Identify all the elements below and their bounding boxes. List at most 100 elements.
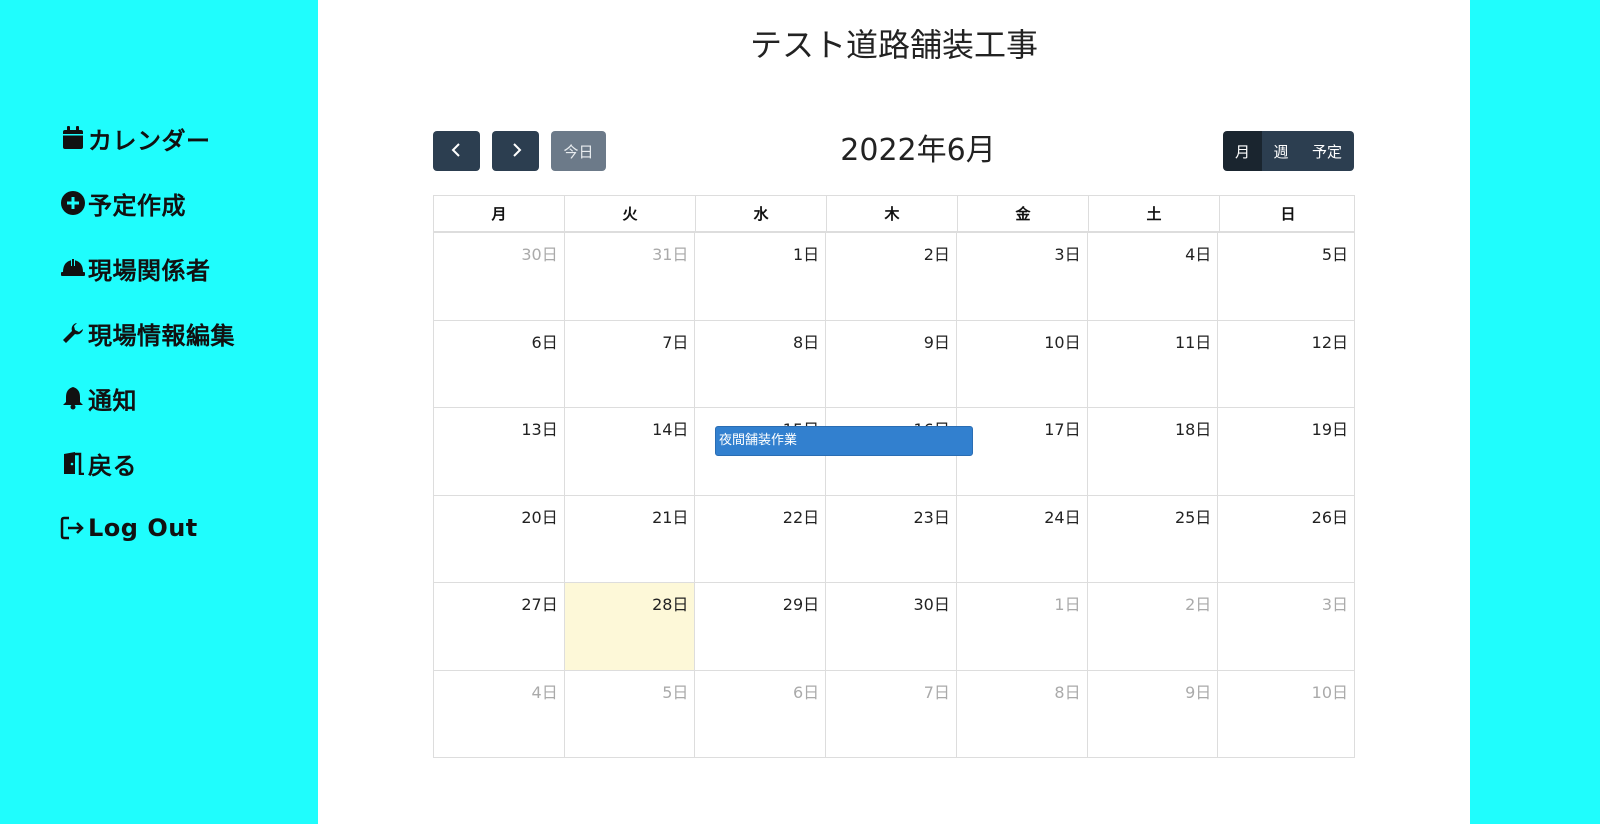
- day-number: 20日: [521, 507, 558, 527]
- day-number: 7日: [923, 682, 950, 702]
- calendar-day[interactable]: 7日: [826, 670, 957, 757]
- day-number: 8日: [792, 332, 820, 352]
- day-number: 17日: [1044, 420, 1081, 439]
- chevron-left-icon: [450, 142, 464, 161]
- calendar-day[interactable]: 5日: [565, 670, 696, 757]
- view-month-button[interactable]: 月: [1223, 131, 1262, 171]
- calendar-day[interactable]: 23日: [826, 495, 957, 582]
- day-number: 2日: [923, 245, 950, 264]
- calendar-day[interactable]: 17日: [957, 408, 1088, 495]
- calendar-day[interactable]: 26日: [1218, 496, 1354, 583]
- day-number: 6日: [792, 682, 820, 702]
- view-list-button[interactable]: 予定: [1300, 131, 1354, 171]
- sidebar-item-back[interactable]: 戻る: [60, 446, 137, 480]
- sidebar-item-notifications[interactable]: 通知: [60, 381, 137, 415]
- calendar-day[interactable]: 2日: [1088, 583, 1219, 670]
- calendar-week: 27日 28日 29日 30日 1日 2日 3日: [434, 582, 1354, 670]
- calendar-day[interactable]: 1日: [957, 583, 1088, 670]
- calendar-day[interactable]: 14日: [565, 408, 696, 495]
- day-number: 13日: [521, 420, 558, 439]
- next-month-button[interactable]: [492, 131, 539, 171]
- day-number: 24日: [1044, 507, 1081, 527]
- day-number: 10日: [1044, 332, 1081, 352]
- calendar-day[interactable]: 9日: [1088, 670, 1219, 757]
- calendar-day[interactable]: 9日: [826, 320, 957, 407]
- day-number: 26日: [1311, 507, 1349, 527]
- plus-circle-icon: [60, 190, 86, 216]
- sidebar: カレンダー 予定作成 現場関係者 現場情報編集 通知 戻る Log Out: [0, 0, 318, 824]
- calendar-day[interactable]: 6日: [695, 670, 827, 757]
- calendar-day[interactable]: 25日: [1088, 495, 1219, 582]
- weekday-label: 水: [696, 196, 827, 232]
- sidebar-item-create-schedule[interactable]: 予定作成: [60, 186, 186, 220]
- calendar-day[interactable]: 22日: [695, 495, 827, 582]
- calendar-day[interactable]: 24日: [957, 495, 1088, 582]
- calendar-day[interactable]: 29日: [695, 583, 827, 670]
- sidebar-item-site-members[interactable]: 現場関係者: [60, 251, 211, 285]
- calendar-day[interactable]: 10日: [957, 320, 1088, 407]
- calendar-day-today[interactable]: 28日: [564, 583, 696, 670]
- day-number: 30日: [521, 245, 558, 264]
- calendar-body: 30日 31日 1日 2日 3日 4日 5日 6日 7日 8日 9日 10日 1…: [433, 231, 1355, 758]
- calendar-day[interactable]: 10日: [1218, 671, 1354, 758]
- right-margin: [1470, 0, 1600, 824]
- sidebar-item-edit-site-info[interactable]: 現場情報編集: [60, 316, 235, 350]
- calendar-day[interactable]: 20日: [434, 495, 565, 582]
- day-number: 29日: [782, 595, 820, 614]
- day-number: 4日: [531, 682, 558, 702]
- calendar-day[interactable]: 5日: [1218, 233, 1354, 320]
- bell-icon: [60, 385, 86, 411]
- day-number: 18日: [1174, 420, 1212, 439]
- day-number: 14日: [652, 420, 689, 439]
- weekday-label: 木: [827, 196, 958, 232]
- day-number: 31日: [652, 245, 689, 264]
- weekday-label: 月: [434, 196, 565, 232]
- calendar-day[interactable]: 31日: [565, 233, 696, 320]
- day-number: 25日: [1174, 507, 1212, 527]
- calendar-week: 30日 31日 1日 2日 3日 4日 5日: [434, 232, 1354, 320]
- day-number: 12日: [1311, 332, 1349, 352]
- day-number: 4日: [1185, 245, 1212, 264]
- calendar-day[interactable]: 18日: [1088, 408, 1219, 495]
- calendar-day[interactable]: 4日: [434, 670, 565, 757]
- prev-month-button[interactable]: [433, 131, 480, 171]
- page-title: テスト道路舗装工事: [749, 26, 1038, 64]
- day-number: 5日: [1321, 245, 1349, 264]
- day-number: 1日: [792, 245, 820, 264]
- calendar-day[interactable]: 12日: [1218, 321, 1354, 408]
- today-button[interactable]: 今日: [551, 131, 606, 171]
- day-number: 7日: [662, 332, 689, 352]
- weekday-label: 金: [958, 196, 1089, 232]
- day-number: 23日: [913, 507, 950, 527]
- calendar-day[interactable]: 3日: [1218, 583, 1354, 670]
- sidebar-item-label: カレンダー: [88, 126, 211, 155]
- calendar-day[interactable]: 30日: [826, 583, 957, 670]
- day-number: 11日: [1174, 332, 1212, 352]
- calendar-day[interactable]: 13日: [434, 408, 565, 495]
- calendar-day[interactable]: 27日: [434, 583, 565, 670]
- day-number: 2日: [1185, 595, 1212, 614]
- calendar-day[interactable]: 8日: [695, 320, 827, 407]
- sidebar-item-calendar[interactable]: カレンダー: [60, 121, 211, 155]
- calendar-event[interactable]: 夜間舗装作業: [715, 426, 973, 456]
- calendar-day[interactable]: 1日: [695, 233, 827, 320]
- day-number: 19日: [1311, 420, 1349, 439]
- calendar-week: 20日 21日 22日 23日 24日 25日 26日: [434, 494, 1354, 583]
- calendar-day[interactable]: 30日: [434, 233, 565, 320]
- day-number: 9日: [1185, 682, 1212, 702]
- calendar-icon: [60, 125, 86, 151]
- calendar-day[interactable]: 19日: [1218, 408, 1354, 495]
- calendar-day[interactable]: 4日: [1088, 233, 1219, 320]
- weekday-label: 土: [1089, 196, 1220, 232]
- sidebar-item-logout[interactable]: Log Out: [60, 511, 198, 545]
- calendar-day[interactable]: 21日: [565, 495, 696, 582]
- calendar-day[interactable]: 2日: [826, 233, 957, 320]
- calendar-day[interactable]: 8日: [957, 670, 1088, 757]
- door-open-icon: [60, 450, 86, 476]
- sidebar-item-label: 現場関係者: [88, 256, 211, 285]
- calendar-day[interactable]: 7日: [565, 320, 696, 407]
- calendar-day[interactable]: 3日: [957, 233, 1088, 320]
- calendar-day[interactable]: 11日: [1088, 320, 1219, 407]
- view-week-button[interactable]: 週: [1262, 131, 1300, 171]
- calendar-day[interactable]: 6日: [434, 320, 565, 407]
